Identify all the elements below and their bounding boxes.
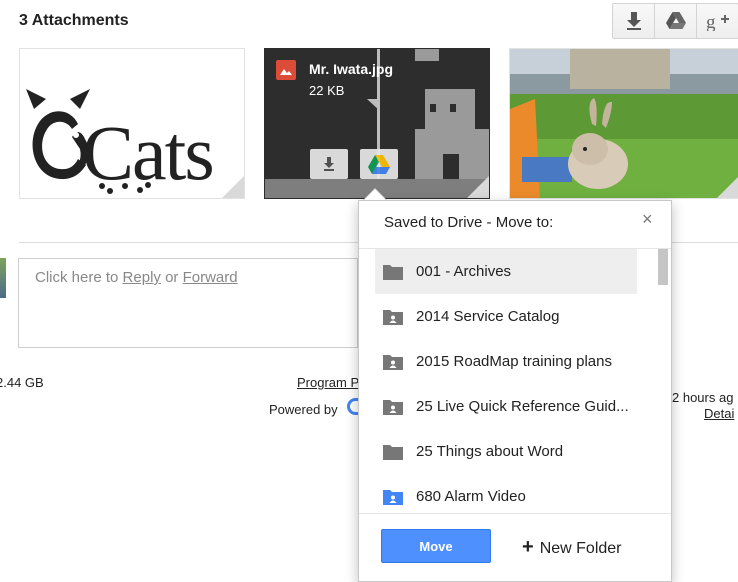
popup-divider-bottom: [359, 513, 671, 514]
new-folder-button[interactable]: + New Folder: [522, 536, 622, 559]
svg-text:g: g: [706, 12, 716, 31]
folder-list[interactable]: 001 - Archives 2014 Service Catalog 2015 R…: [359, 249, 671, 513]
attachments-title: 3 Attachments: [19, 12, 129, 29]
save-to-drive-button[interactable]: [360, 149, 398, 179]
avatar: [0, 258, 6, 298]
move-button[interactable]: Move: [381, 529, 491, 563]
drive-icon: [665, 12, 686, 29]
save-all-to-drive-button[interactable]: [654, 3, 697, 39]
reply-prompt-text: Click here to: [35, 269, 123, 286]
folder-row[interactable]: 001 - Archives: [375, 249, 637, 294]
reply-link[interactable]: Reply: [123, 269, 161, 286]
download-attachment-button[interactable]: [310, 149, 348, 179]
google-plus-icon: g: [706, 12, 729, 31]
folder-row[interactable]: 2015 RoadMap training plans: [375, 339, 637, 384]
shared-folder-icon: [383, 309, 403, 325]
page-fold-decoration: [467, 176, 489, 198]
attachment-thumbnail-photo[interactable]: [509, 48, 738, 199]
folder-label: 2014 Service Catalog: [416, 308, 560, 325]
folder-icon: [383, 264, 403, 280]
folder-label: 2015 RoadMap training plans: [416, 353, 612, 370]
new-folder-label: New Folder: [539, 540, 622, 557]
page-fold-decoration: [717, 176, 738, 198]
drive-move-popup: Saved to Drive - Move to: × 001 - Archiv…: [358, 200, 672, 582]
download-all-button[interactable]: [612, 3, 655, 39]
shared-folder-icon: [383, 489, 403, 505]
share-google-plus-button[interactable]: g: [696, 3, 738, 39]
last-activity-text: 2 hours ag: [672, 390, 734, 405]
folder-label: 680 Alarm Video: [416, 488, 526, 505]
details-link[interactable]: Detai: [704, 406, 734, 421]
forward-link[interactable]: Forward: [183, 269, 238, 286]
attachment-thumbnail-cats[interactable]: Cats: [19, 48, 245, 199]
attachment-actions: g: [612, 3, 738, 39]
attachment-file-name: Mr. Iwata.jpg: [309, 61, 394, 77]
bunny-photo-image: [510, 49, 738, 198]
attachment-thumbnail-iwata[interactable]: Mr. Iwata.jpg 22 KB: [264, 48, 490, 199]
folder-label: 25 Live Quick Reference Guid...: [416, 398, 629, 415]
folder-row[interactable]: 25 Things about Word: [375, 429, 637, 474]
reply-or-text: or: [160, 269, 183, 286]
close-icon[interactable]: ×: [642, 209, 653, 230]
page-fold-decoration: [222, 176, 244, 198]
drive-icon: [368, 154, 390, 174]
plus-icon: +: [522, 536, 534, 558]
folder-row[interactable]: 680 Alarm Video: [375, 474, 637, 513]
reply-box[interactable]: Click here to Reply or Forward: [18, 258, 358, 348]
folder-row[interactable]: 25 Live Quick Reference Guid...: [375, 384, 637, 429]
image-file-icon: [276, 60, 296, 80]
shared-folder-icon: [383, 399, 403, 415]
download-icon: [324, 157, 334, 171]
attachment-file-size: 22 KB: [309, 83, 345, 98]
folder-icon: [383, 444, 403, 460]
folder-label: 001 - Archives: [416, 263, 512, 280]
download-icon: [626, 12, 641, 30]
popup-pointer: [364, 189, 386, 200]
shared-folder-icon: [383, 354, 403, 370]
popup-title: Saved to Drive - Move to:: [384, 214, 554, 231]
program-policies-link[interactable]: Program P: [297, 375, 359, 390]
powered-by-text: Powered by: [269, 402, 338, 417]
folder-list-scrollbar[interactable]: [658, 249, 668, 285]
cats-logo-image: Cats: [26, 89, 215, 196]
storage-usage: 2.44 GB: [0, 375, 44, 390]
folder-label: 25 Things about Word: [416, 443, 564, 460]
folder-row[interactable]: 2014 Service Catalog: [375, 294, 637, 339]
